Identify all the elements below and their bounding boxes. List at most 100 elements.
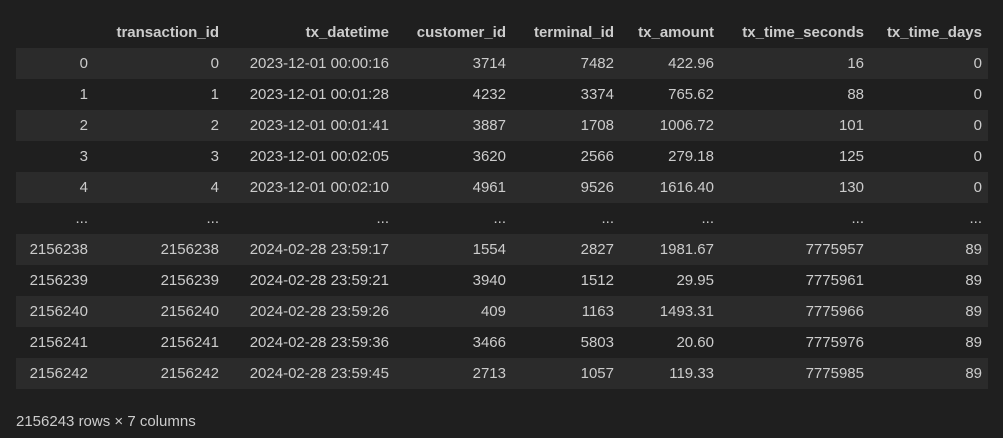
tx-time-seconds-cell: 7775957 [805, 241, 864, 258]
terminal-id-cell: 1057 [580, 365, 614, 382]
column-header-terminal-id: terminal_id [533, 24, 614, 41]
index-cell: 0 [79, 55, 88, 72]
tx-time-seconds-cell: 88 [847, 86, 864, 103]
tx-datetime-cell: 2023-12-01 00:01:41 [249, 117, 389, 134]
customer-id-cell: 3714 [472, 55, 506, 72]
tx-time-days-cell: 89 [965, 365, 982, 382]
customer-id-cell: 4232 [472, 86, 506, 103]
transaction-id-cell: 0 [210, 55, 219, 72]
tx-time-days-cell: 0 [973, 179, 982, 196]
transaction-id-cell: 2156242 [160, 365, 219, 382]
table-row: 0 0 2023-12-01 00:00:16 3714 7482 422.96 16 0 [16, 48, 988, 79]
column-header-tx-time-days: tx_time_days [886, 24, 982, 41]
tx-datetime-cell: ... [376, 210, 389, 227]
dataframe-table: transaction_id tx_datetime customer_id t… [16, 17, 988, 389]
tx-time-days-cell: 89 [965, 272, 982, 289]
tx-time-days-cell: 89 [965, 241, 982, 258]
table-row: 2156240 2156240 2024-02-28 23:59:26 409 1163… [16, 296, 988, 327]
tx-datetime-cell: 2023-12-01 00:02:05 [249, 148, 389, 165]
tx-amount-cell: 422.96 [668, 55, 714, 72]
table-row: 3 3 2023-12-01 00:02:05 3620 2566 279.18 125 0 [16, 141, 988, 172]
column-header-tx-amount: tx_amount [638, 24, 714, 41]
index-cell: 2156242 [29, 365, 88, 382]
tx-time-days-cell: 0 [973, 117, 982, 134]
tx-amount-cell: 279.18 [668, 148, 714, 165]
column-header-transaction-id: transaction_id [116, 24, 219, 41]
tx-amount-cell: 1006.72 [659, 117, 714, 134]
tx-datetime-cell: 2024-02-28 23:59:17 [249, 241, 389, 258]
tx-amount-cell: 1493.31 [659, 303, 714, 320]
terminal-id-cell: 2827 [580, 241, 614, 258]
tx-datetime-cell: 2023-12-01 00:02:10 [249, 179, 389, 196]
tx-time-days-cell: 0 [973, 55, 982, 72]
tx-amount-cell: 29.95 [676, 272, 714, 289]
terminal-id-cell: ... [601, 210, 614, 227]
terminal-id-cell: 1512 [580, 272, 614, 289]
dataframe-shape-label: 2156243 rows × 7 columns [16, 413, 196, 430]
tx-datetime-cell: 2023-12-01 00:00:16 [249, 55, 389, 72]
tx-amount-cell: 1616.40 [659, 179, 714, 196]
terminal-id-cell: 3374 [580, 86, 614, 103]
customer-id-cell: 3466 [472, 334, 506, 351]
terminal-id-cell: 1163 [581, 303, 614, 320]
column-header-tx-datetime: tx_datetime [305, 24, 389, 41]
terminal-id-cell: 5803 [580, 334, 614, 351]
column-header-customer-id: customer_id [416, 24, 506, 41]
customer-id-cell: 3620 [472, 148, 506, 165]
index-cell: 4 [79, 179, 88, 196]
tx-amount-cell: 1981.67 [659, 241, 714, 258]
tx-time-days-cell: ... [969, 210, 982, 227]
index-cell: 1 [79, 86, 88, 103]
index-cell: ... [75, 210, 88, 227]
tx-time-seconds-cell: 7775961 [805, 272, 864, 289]
tx-amount-cell: 119.33 [669, 365, 714, 382]
tx-time-seconds-cell: 130 [838, 179, 864, 196]
transaction-id-cell: 2 [210, 117, 219, 134]
index-cell: 2 [79, 117, 88, 134]
tx-datetime-cell: 2024-02-28 23:59:21 [249, 272, 389, 289]
terminal-id-cell: 1708 [580, 117, 614, 134]
table-body: 0 0 2023-12-01 00:00:16 3714 7482 422.96 16 0 1 1… [16, 48, 988, 389]
transaction-id-cell: 4 [210, 179, 219, 196]
index-cell: 2156241 [29, 334, 88, 351]
table-row: ........................ [16, 203, 988, 234]
customer-id-cell: 4961 [472, 179, 506, 196]
customer-id-cell: ... [493, 210, 506, 227]
terminal-id-cell: 9526 [580, 179, 614, 196]
table-row: 4 4 2023-12-01 00:02:10 4961 9526 1616.40 130 0 [16, 172, 988, 203]
customer-id-cell: 1554 [472, 241, 506, 258]
tx-time-seconds-cell: 125 [838, 148, 864, 165]
transaction-id-cell: 2156239 [160, 272, 219, 289]
tx-time-days-cell: 0 [973, 148, 982, 165]
column-header-index [16, 17, 94, 48]
tx-amount-cell: ... [701, 210, 714, 227]
tx-datetime-cell: 2023-12-01 00:01:28 [249, 86, 389, 103]
tx-time-days-cell: 0 [973, 86, 982, 103]
table-row: 2156242 2156242 2024-02-28 23:59:45 2713 105… [16, 358, 988, 389]
table-row: 2156241 2156241 2024-02-28 23:59:36 3466 580… [16, 327, 988, 358]
table-row: 2 2 2023-12-01 00:01:41 3887 1708 1006.72 101 0 [16, 110, 988, 141]
tx-datetime-cell: 2024-02-28 23:59:26 [249, 303, 389, 320]
tx-time-days-cell: 89 [965, 334, 982, 351]
index-cell: 2156239 [29, 272, 88, 289]
table-row: 2156239 2156239 2024-02-28 23:59:21 3940 151… [16, 265, 988, 296]
customer-id-cell: 409 [480, 303, 506, 320]
table-row: 2156238 2156238 2024-02-28 23:59:17 1554 282… [16, 234, 988, 265]
tx-amount-cell: 765.62 [668, 86, 714, 103]
dataframe-output: transaction_id tx_datetime customer_id t… [16, 17, 988, 389]
transaction-id-cell: 2156238 [160, 241, 219, 258]
customer-id-cell: 3887 [472, 117, 506, 134]
index-cell: 3 [79, 148, 88, 165]
column-header-tx-time-seconds: tx_time_seconds [742, 24, 864, 41]
tx-time-days-cell: 89 [965, 303, 982, 320]
tx-datetime-cell: 2024-02-28 23:59:36 [249, 334, 389, 351]
table-header-row: transaction_id tx_datetime customer_id t… [16, 17, 988, 48]
tx-amount-cell: 20.60 [676, 334, 714, 351]
tx-time-seconds-cell: 7775976 [805, 334, 864, 351]
tx-time-seconds-cell: 7775966 [805, 303, 864, 320]
index-cell: 2156238 [29, 241, 88, 258]
tx-time-seconds-cell: ... [851, 210, 864, 227]
table-row: 1 1 2023-12-01 00:01:28 4232 3374 765.62 88 0 [16, 79, 988, 110]
transaction-id-cell: 2156240 [160, 303, 219, 320]
terminal-id-cell: 7482 [580, 55, 614, 72]
